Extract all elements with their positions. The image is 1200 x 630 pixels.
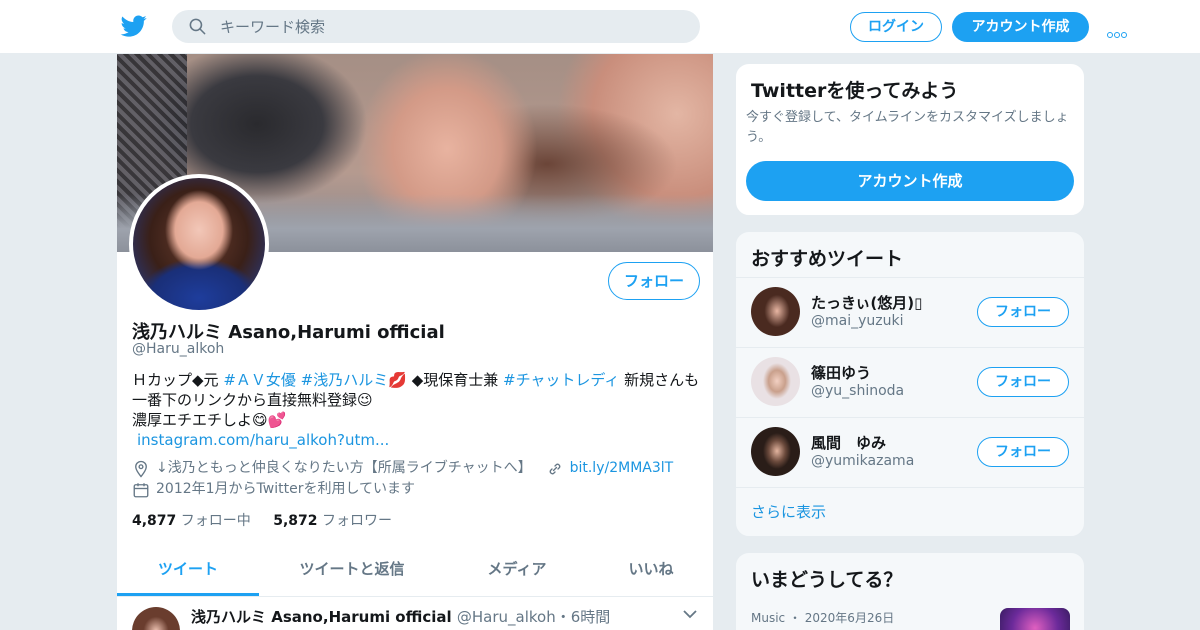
recommended-accounts-card: おすすめツイート たっきぃ(悠月)▯ @mai_yuzuki フォロー 篠田ゆう… (735, 231, 1085, 537)
hashtag-link[interactable]: #浅乃ハルミ (301, 371, 389, 389)
following-label[interactable]: フォロー中 (181, 513, 251, 529)
follow-counts: 4,877 フォロー中 5,872 フォロワー (132, 510, 410, 530)
recommended-handle[interactable]: @yu_shinoda (811, 383, 904, 399)
recommended-name[interactable]: 風間 ゆみ (811, 432, 886, 453)
signup-button[interactable]: アカウント作成 (952, 12, 1089, 42)
tab-likes[interactable]: いいね (603, 549, 699, 596)
recommended-follow-button[interactable]: フォロー (977, 367, 1069, 397)
bio-instagram-link[interactable]: instagram.com/haru_alkoh?utm... (132, 430, 702, 450)
recommended-handle[interactable]: @yumikazama (811, 453, 914, 469)
recommended-account[interactable]: 風間 ゆみ @yumikazama フォロー (736, 417, 1084, 487)
profile-handle: @Haru_alkoh (132, 341, 225, 357)
profile-column: フォロー 浅乃ハルミ Asano,Harumi official @Haru_a… (116, 54, 714, 630)
profile-tabs: ツイート ツイートと返信 メディア いいね (117, 549, 713, 597)
tweet-author-handle[interactable]: @Haru_alkoh (457, 608, 556, 626)
recommended-title: おすすめツイート (751, 248, 904, 270)
divider (736, 487, 1084, 488)
recommended-name[interactable]: 篠田ゆう (811, 362, 871, 383)
profile-avatar[interactable] (133, 178, 265, 310)
recommended-account[interactable]: 篠田ゆう @yu_shinoda フォロー (736, 347, 1084, 417)
recommended-account[interactable]: たっきぃ(悠月)▯ @mai_yuzuki フォロー (736, 277, 1084, 347)
profile-meta: ↓浅乃ともっと仲良くなりたい方【所属ライブチャットへ】 bit.ly/2MMA3… (132, 458, 673, 500)
link-icon (549, 463, 560, 474)
search-input[interactable] (220, 10, 680, 43)
tweet-avatar[interactable] (132, 607, 180, 630)
trends-card: いまどうしてる？ Music ・ 2020年6月26日 (735, 552, 1085, 630)
tab-media[interactable]: メディア (457, 549, 577, 596)
tweet-author-name[interactable]: 浅乃ハルミ Asano,Harumi official (191, 608, 452, 626)
recommended-name[interactable]: たっきぃ(悠月)▯ (811, 292, 922, 313)
following-count[interactable]: 4,877 (132, 513, 176, 529)
location-row: ↓浅乃ともっと仲良くなりたい方【所属ライブチャットへ】 bit.ly/2MMA3… (132, 458, 673, 479)
profile-url-link[interactable]: bit.ly/2MMA3lT (570, 458, 674, 479)
joined-row: 2012年1月からTwitterを利用しています (132, 479, 673, 500)
recommended-avatar[interactable] (751, 357, 800, 406)
top-navigation-bar: ログイン アカウント作成 (0, 0, 1200, 54)
recommended-follow-button[interactable]: フォロー (977, 437, 1069, 467)
hashtag-link[interactable]: #チャットレディ (503, 371, 619, 389)
signup-card-button[interactable]: アカウント作成 (746, 161, 1074, 201)
login-button[interactable]: ログイン (850, 12, 942, 42)
recommended-avatar[interactable] (751, 287, 800, 336)
profile-location: ↓浅乃ともっと仲良くなりたい方【所属ライブチャットへ】 (156, 460, 532, 476)
chevron-down-icon[interactable] (683, 609, 697, 619)
search-icon (189, 18, 206, 35)
tweet-author[interactable]: 浅乃ハルミ Asano,Harumi official @Haru_alkoh・… (191, 606, 610, 627)
calendar-icon (133, 482, 149, 497)
trends-title: いまどうしてる？ (751, 569, 903, 591)
profile-joined-date: 2012年1月からTwitterを利用しています (156, 481, 416, 497)
search-bar[interactable] (172, 10, 700, 43)
more-options-icon[interactable] (1107, 23, 1131, 38)
bio-text: Ｈカップ◆元 (132, 371, 224, 389)
bio-text: 濃厚エチエチしよ😋💕 (132, 411, 287, 429)
recommended-handle[interactable]: @mai_yuzuki (811, 313, 903, 329)
trend-thumbnail[interactable] (1000, 608, 1070, 630)
show-more-link[interactable]: さらに表示 (751, 501, 826, 522)
recommended-avatar[interactable] (751, 427, 800, 476)
twitter-bird-icon[interactable] (120, 13, 148, 39)
location-pin-icon (135, 460, 147, 478)
signup-card-title: Twitterを使ってみよう (751, 80, 959, 102)
followers-count[interactable]: 5,872 (273, 513, 317, 529)
tab-tweets[interactable]: ツイート (117, 549, 259, 596)
follow-button[interactable]: フォロー (608, 262, 700, 300)
tweet-time[interactable]: ・6時間 (556, 608, 611, 626)
profile-bio: Ｈカップ◆元 #ＡＶ女優 #浅乃ハルミ💋 ◆現保育士兼 #チャットレディ 新規さ… (132, 370, 702, 450)
tweet-item[interactable]: 浅乃ハルミ Asano,Harumi official @Haru_alkoh・… (117, 597, 713, 630)
hashtag-link[interactable]: #ＡＶ女優 (223, 371, 296, 389)
recommended-follow-button[interactable]: フォロー (977, 297, 1069, 327)
trend-meta[interactable]: Music ・ 2020年6月26日 (751, 609, 894, 626)
followers-label[interactable]: フォロワー (322, 513, 392, 529)
signup-card-description: 今すぐ登録して、タイムラインをカスタマイズしましょう。 (746, 110, 1069, 145)
bio-text: 💋 ◆現保育士兼 (388, 371, 503, 389)
signup-card: Twitterを使ってみよう 今すぐ登録して、タイムラインをカスタマイズしましょ… (735, 63, 1085, 216)
tab-tweets-and-replies[interactable]: ツイートと返信 (279, 549, 425, 596)
